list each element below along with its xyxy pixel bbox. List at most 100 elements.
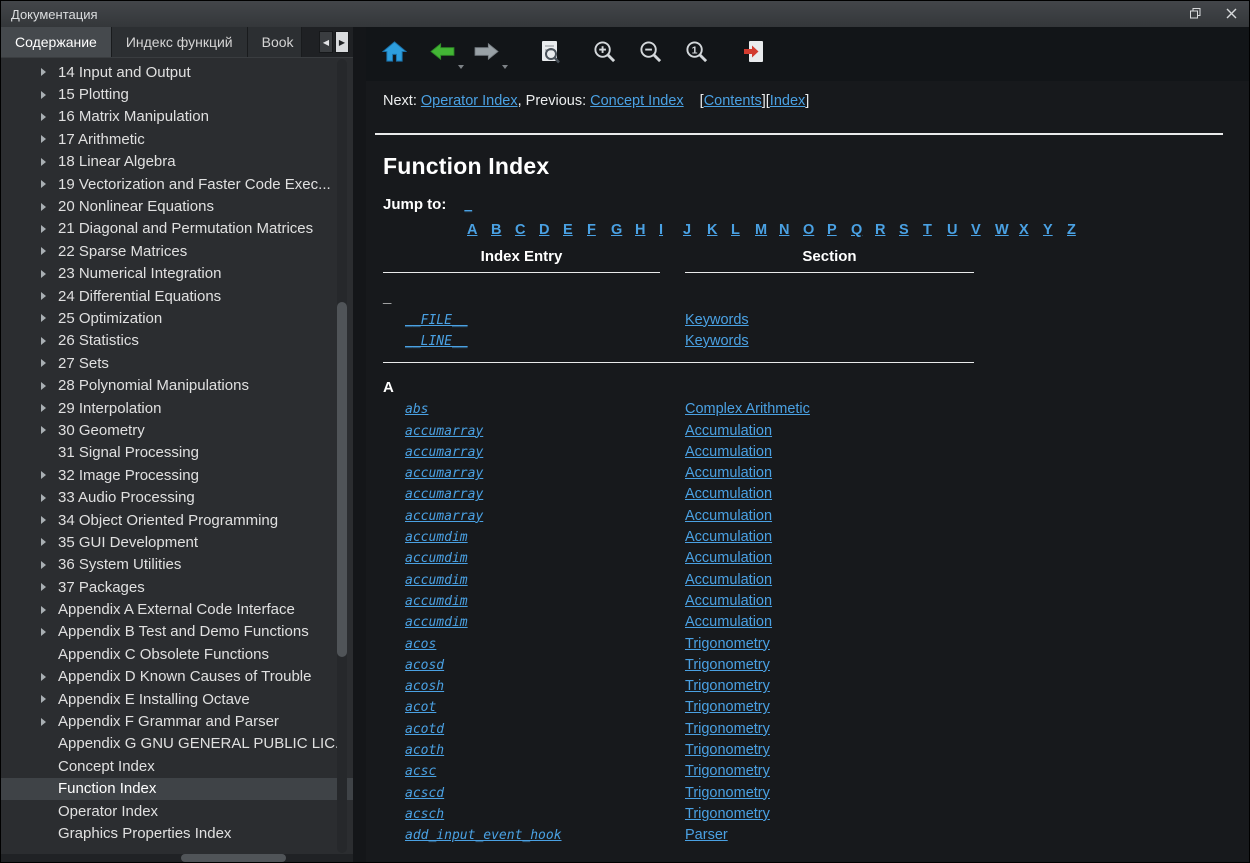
- chevron-right-icon[interactable]: [41, 68, 46, 76]
- chevron-right-icon[interactable]: [41, 113, 46, 121]
- chevron-right-icon[interactable]: [41, 203, 46, 211]
- chevron-right-icon[interactable]: [41, 247, 46, 255]
- jump-letter-link[interactable]: T: [923, 222, 947, 238]
- index-entry-link[interactable]: accumdim: [405, 594, 468, 609]
- index-entry-link[interactable]: __LINE__: [405, 334, 468, 349]
- jump-letter-link[interactable]: G: [611, 222, 635, 238]
- index-entry-link[interactable]: acos: [405, 637, 436, 652]
- section-link[interactable]: Trigonometry: [685, 657, 770, 673]
- index-entry-link[interactable]: acsc: [405, 764, 436, 779]
- tree-item[interactable]: 26 Statistics: [1, 330, 353, 352]
- tree-item[interactable]: 14 Input and Output: [1, 61, 353, 83]
- index-entry-link[interactable]: accumarray: [405, 424, 483, 439]
- chevron-right-icon[interactable]: [41, 180, 46, 188]
- tree-item[interactable]: Appendix F Grammar and Parser: [1, 710, 353, 732]
- chevron-right-icon[interactable]: [41, 404, 46, 412]
- index-entry-link[interactable]: acscd: [405, 786, 444, 801]
- jump-letter-link[interactable]: Z: [1067, 222, 1091, 238]
- restore-button[interactable]: [1177, 1, 1213, 27]
- tree-item[interactable]: 18 Linear Algebra: [1, 151, 353, 173]
- chevron-right-icon[interactable]: [41, 673, 46, 681]
- chevron-right-icon[interactable]: [41, 606, 46, 614]
- index-entry-link[interactable]: accumarray: [405, 509, 483, 524]
- chevron-right-icon[interactable]: [41, 628, 46, 636]
- section-link[interactable]: Trigonometry: [685, 763, 770, 779]
- chevron-right-icon[interactable]: [41, 561, 46, 569]
- chevron-right-icon[interactable]: [41, 516, 46, 524]
- index-entry-link[interactable]: accumdim: [405, 530, 468, 545]
- jump-letter-link[interactable]: X: [1019, 222, 1043, 238]
- index-link[interactable]: Index: [770, 93, 805, 109]
- section-link[interactable]: Trigonometry: [685, 742, 770, 758]
- tree-item[interactable]: 25 Optimization: [1, 307, 353, 329]
- tree-item[interactable]: Appendix C Obsolete Functions: [1, 643, 353, 665]
- tree-item[interactable]: 16 Matrix Manipulation: [1, 106, 353, 128]
- chevron-right-icon[interactable]: [41, 135, 46, 143]
- jump-letter-link[interactable]: O: [803, 222, 827, 238]
- jump-letter-link[interactable]: D: [539, 222, 563, 238]
- chevron-right-icon[interactable]: [41, 292, 46, 300]
- tab-function-index[interactable]: Индекс функций: [112, 27, 248, 57]
- panel-splitter[interactable]: [353, 27, 366, 862]
- tree-item[interactable]: 27 Sets: [1, 352, 353, 374]
- tree-item[interactable]: 15 Plotting: [1, 83, 353, 105]
- close-button[interactable]: [1213, 1, 1249, 27]
- jump-letter-link[interactable]: Q: [851, 222, 875, 238]
- index-entry-link[interactable]: accumarray: [405, 466, 483, 481]
- section-link[interactable]: Parser: [685, 827, 728, 843]
- section-link[interactable]: Accumulation: [685, 486, 772, 502]
- tree-item[interactable]: Appendix D Known Causes of Trouble: [1, 666, 353, 688]
- jump-letter-link[interactable]: K: [707, 222, 731, 238]
- chevron-right-icon[interactable]: [41, 718, 46, 726]
- chevron-right-icon[interactable]: [41, 494, 46, 502]
- tree-item[interactable]: 32 Image Processing: [1, 464, 353, 486]
- tree-item[interactable]: Graphics Properties Index: [1, 822, 353, 844]
- index-entry-link[interactable]: acosd: [405, 658, 444, 673]
- jump-letter-link[interactable]: E: [563, 222, 587, 238]
- index-entry-link[interactable]: accumdim: [405, 573, 468, 588]
- contents-link[interactable]: Contents: [704, 93, 762, 109]
- section-link[interactable]: Accumulation: [685, 614, 772, 630]
- tree-item[interactable]: 28 Polynomial Manipulations: [1, 374, 353, 396]
- vertical-scrollbar-thumb[interactable]: [337, 302, 347, 657]
- section-link[interactable]: Keywords: [685, 312, 749, 328]
- jump-letter-link[interactable]: F: [587, 222, 611, 238]
- tab-book[interactable]: Book: [248, 27, 302, 57]
- index-entry-link[interactable]: accumarray: [405, 487, 483, 502]
- section-link[interactable]: Complex Arithmetic: [685, 401, 810, 417]
- section-link[interactable]: Trigonometry: [685, 785, 770, 801]
- section-link[interactable]: Accumulation: [685, 508, 772, 524]
- section-link[interactable]: Accumulation: [685, 423, 772, 439]
- section-link[interactable]: Accumulation: [685, 529, 772, 545]
- tree-item[interactable]: Appendix B Test and Demo Functions: [1, 621, 353, 643]
- chevron-right-icon[interactable]: [41, 337, 46, 345]
- horizontal-scrollbar-thumb[interactable]: [181, 854, 286, 862]
- chevron-right-icon[interactable]: [41, 471, 46, 479]
- tree-item[interactable]: 37 Packages: [1, 576, 353, 598]
- tab-contents[interactable]: Содержание: [1, 27, 112, 57]
- index-entry-link[interactable]: add_input_event_hook: [405, 828, 562, 843]
- jump-letter-link[interactable]: S: [899, 222, 923, 238]
- next-link[interactable]: Operator Index: [421, 93, 518, 109]
- section-link[interactable]: Trigonometry: [685, 721, 770, 737]
- zoom-original-button[interactable]: 1: [680, 38, 712, 70]
- index-entry-link[interactable]: __FILE__: [405, 313, 468, 328]
- section-link[interactable]: Accumulation: [685, 550, 772, 566]
- jump-letter-link[interactable]: V: [971, 222, 995, 238]
- jump-underscore-link[interactable]: _: [464, 198, 472, 213]
- section-link[interactable]: Keywords: [685, 333, 749, 349]
- zoom-out-button[interactable]: [634, 38, 666, 70]
- previous-link[interactable]: Concept Index: [590, 93, 684, 109]
- section-link[interactable]: Trigonometry: [685, 806, 770, 822]
- find-in-page-button[interactable]: [534, 38, 566, 70]
- tree-item[interactable]: Appendix G GNU GENERAL PUBLIC LIC...: [1, 733, 353, 755]
- tree-item[interactable]: 21 Diagonal and Permutation Matrices: [1, 218, 353, 240]
- jump-letter-link[interactable]: R: [875, 222, 899, 238]
- index-entry-link[interactable]: acsch: [405, 807, 444, 822]
- back-button[interactable]: [426, 38, 458, 70]
- tree-item[interactable]: 36 System Utilities: [1, 554, 353, 576]
- tree-vertical-scrollbar[interactable]: [337, 59, 347, 853]
- tree-item[interactable]: 29 Interpolation: [1, 397, 353, 419]
- jump-letter-link[interactable]: Y: [1043, 222, 1067, 238]
- index-entry-link[interactable]: accumdim: [405, 551, 468, 566]
